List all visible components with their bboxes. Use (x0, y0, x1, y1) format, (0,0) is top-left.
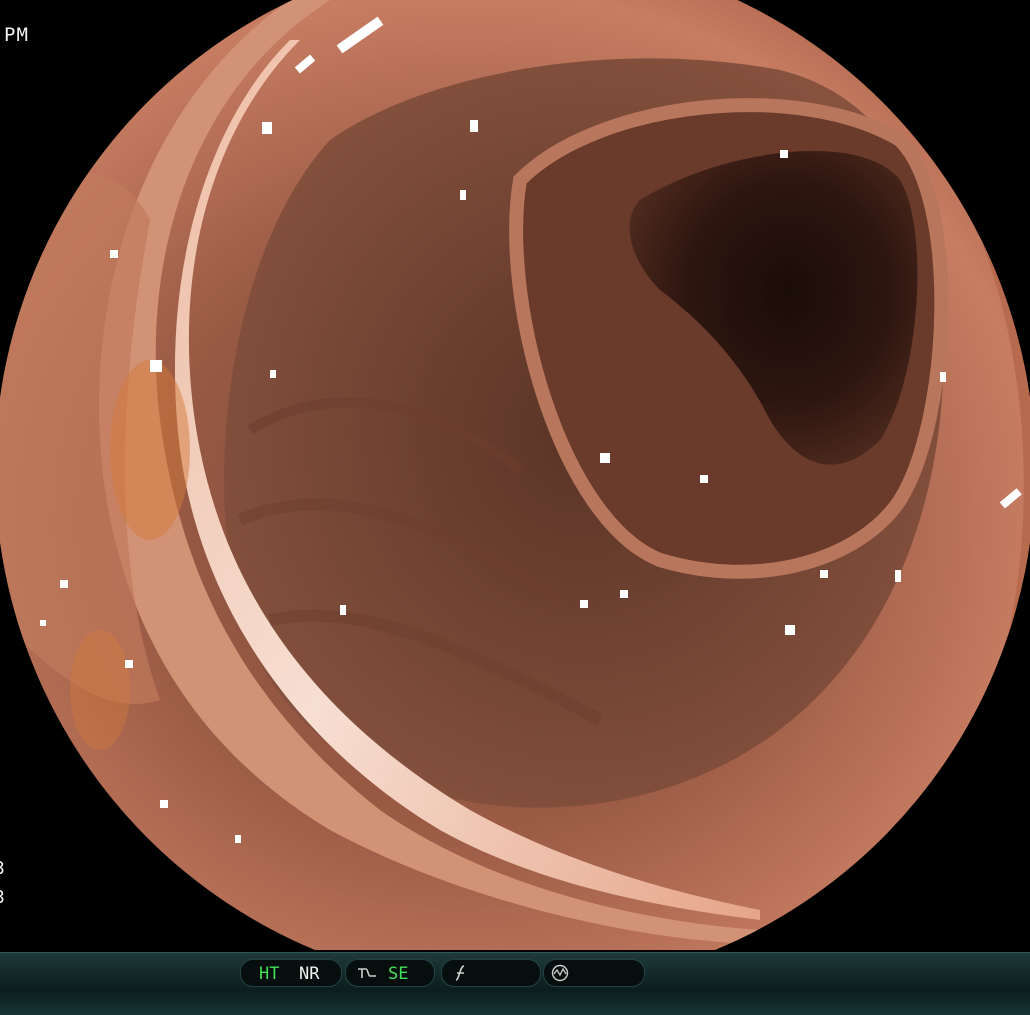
status-bar: HT NR SE (0, 952, 1030, 1015)
iris-icon (550, 964, 570, 986)
structure-enhance-icon (356, 964, 378, 986)
endoscope-image (0, 0, 1030, 950)
contrast-icon (452, 964, 472, 986)
ht-nr-indicator: HT NR (240, 959, 342, 987)
iris-indicator (543, 959, 645, 987)
side-mark-1: 3 (0, 858, 6, 879)
contrast-indicator (441, 959, 541, 987)
ht-label: HT (259, 964, 280, 984)
nr-label: NR (299, 964, 320, 984)
time-suffix-label: PM (4, 24, 29, 46)
status-bar-lower-band (0, 991, 1030, 1015)
se-label: SE (388, 964, 409, 984)
side-mark-2: 3 (0, 887, 6, 908)
se-indicator: SE (345, 959, 435, 987)
